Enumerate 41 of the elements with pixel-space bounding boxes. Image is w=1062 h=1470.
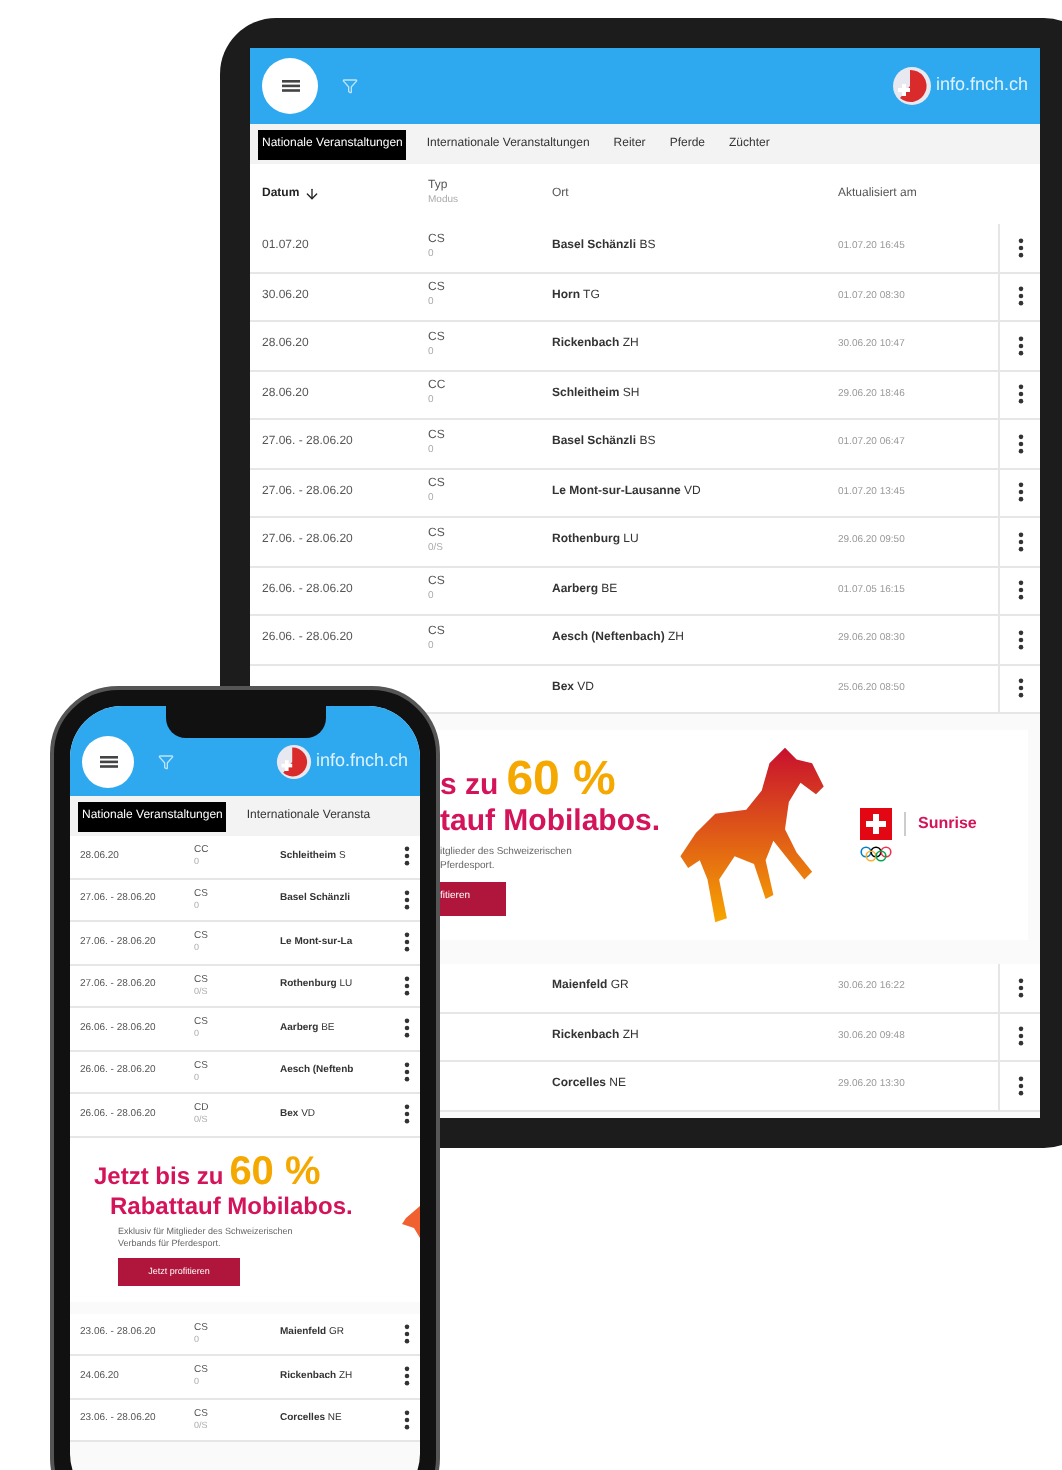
more-icon[interactable] (1017, 286, 1023, 307)
more-icon[interactable] (403, 889, 409, 910)
more-icon[interactable] (1017, 384, 1023, 405)
sort-icon[interactable] (303, 186, 320, 202)
site-name: info.fnch.ch (315, 747, 408, 774)
ad-headline: tauf Mobilabos. (440, 803, 660, 837)
more-icon[interactable] (403, 1366, 409, 1387)
more-icon[interactable] (403, 1409, 409, 1430)
more-icon[interactable] (1017, 335, 1023, 356)
ad-headline: s zu (440, 769, 499, 799)
more-icon[interactable] (1017, 237, 1023, 258)
site-name: info.fnch.ch (935, 72, 1028, 99)
more-icon[interactable] (1017, 482, 1023, 503)
more-icon[interactable] (403, 1323, 409, 1344)
ad-headline: Jetzt bis zu (94, 1164, 224, 1188)
ad-percent: 60 % (229, 1152, 321, 1192)
menu-icon (281, 80, 299, 92)
menu-button[interactable] (82, 735, 134, 787)
more-icon[interactable] (403, 975, 409, 996)
swiss-flag-icon (860, 808, 892, 840)
more-icon[interactable] (403, 846, 409, 867)
ad-headline: Rabattauf Mobilabos. (110, 1192, 353, 1220)
logo-icon (891, 66, 932, 106)
menu-button[interactable] (262, 58, 318, 114)
more-icon[interactable] (1017, 678, 1023, 699)
more-icon[interactable] (403, 1018, 409, 1039)
more-icon[interactable] (1017, 580, 1023, 601)
sponsor-name: Sunrise (904, 812, 977, 836)
more-icon[interactable] (403, 1104, 409, 1125)
menu-icon (99, 755, 117, 767)
more-icon[interactable] (1017, 1075, 1023, 1096)
more-icon[interactable] (1017, 629, 1023, 650)
more-icon[interactable] (1017, 977, 1023, 998)
more-icon[interactable] (403, 1061, 409, 1082)
more-icon[interactable] (1017, 1026, 1023, 1047)
more-icon[interactable] (403, 932, 409, 953)
rings-icon (860, 846, 892, 862)
more-icon[interactable] (1017, 531, 1023, 552)
more-icon[interactable] (1017, 433, 1023, 454)
ad-percent: 60 % (506, 755, 616, 803)
logo-icon (275, 743, 312, 779)
